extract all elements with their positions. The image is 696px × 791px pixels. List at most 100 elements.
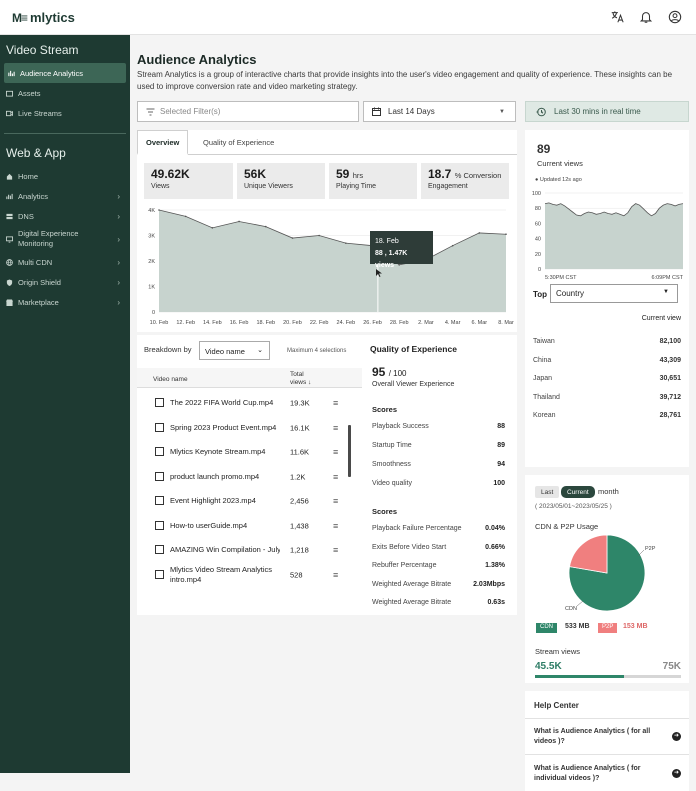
bell-icon[interactable] — [639, 10, 653, 24]
y-tick-label: 80 — [535, 206, 541, 212]
tab-overview[interactable]: Overview — [137, 130, 189, 155]
home-icon — [6, 173, 13, 180]
filter-lines-icon[interactable]: ≡ — [333, 398, 338, 408]
qoe-score-value: 88 — [497, 423, 505, 430]
page-description: Stream Analytics is a group of interacti… — [137, 70, 673, 91]
sidebar-item-origin-shield[interactable]: Origin Shield › — [0, 272, 130, 292]
sidebar-item-analytics[interactable]: Analytics › — [0, 186, 130, 206]
current-month-toggle[interactable]: Current — [561, 486, 595, 498]
breakdown-table-header: Video name Total views ↓ — [137, 368, 362, 388]
column-header-video-name[interactable]: Video name — [153, 376, 188, 383]
stream-views-progress — [535, 675, 681, 678]
table-row[interactable]: product launch promo.mp4 1.2K ≡ — [137, 465, 355, 489]
table-row[interactable]: Mlytics Video Stream Analytics intro.mp4… — [137, 563, 355, 587]
total-views: 19.3K — [290, 398, 310, 408]
x-tick-label: 6. Mar — [472, 320, 488, 326]
video-name: AMAZING Win Compilation - July 2 — [170, 545, 280, 554]
last-month-toggle[interactable]: Last — [535, 486, 560, 498]
chevron-down-icon: ⌄ — [257, 347, 263, 354]
qoe-panel: Quality of Experience 95 / 100 Overall V… — [362, 335, 517, 615]
data-point — [505, 233, 507, 236]
row-checkbox[interactable] — [155, 496, 164, 505]
kpi-label: Engagement — [428, 183, 468, 190]
video-name: The 2022 FIFA World Cup.mp4 — [170, 398, 274, 407]
sidebar-item-dns[interactable]: DNS › — [0, 206, 130, 226]
x-tick-label-start: 5:30PM CST — [545, 275, 577, 281]
cdn-p2p-pie-chart[interactable]: P2P CDN — [525, 530, 689, 620]
country-value: 28,761 — [659, 412, 681, 419]
filter-input[interactable]: Selected Filter(s) — [137, 101, 359, 122]
arrow-right-icon[interactable]: ➜ — [672, 769, 681, 778]
row-checkbox[interactable] — [155, 447, 164, 456]
row-checkbox[interactable] — [155, 398, 164, 407]
help-link-all-videos[interactable]: What is Audience Analytics ( for all vid… — [534, 727, 669, 747]
chevron-right-icon: › — [117, 297, 120, 307]
divider — [525, 754, 689, 755]
sidebar-item-audience-analytics[interactable]: Audience Analytics — [4, 63, 126, 83]
sidebar-item-live-streams[interactable]: Live Streams — [0, 103, 130, 123]
table-row[interactable]: Spring 2023 Product Event.mp4 16.1K ≡ — [137, 416, 355, 440]
realtime-button[interactable]: Last 30 mins in real time — [525, 101, 689, 122]
legend-cdn: CDN — [536, 623, 557, 633]
column-header-total-views[interactable]: Total views ↓ — [290, 371, 320, 387]
breakdown-select[interactable]: Video name ⌄ — [199, 341, 270, 360]
scrollbar[interactable] — [348, 425, 351, 477]
sidebar-item-label: Home — [18, 171, 39, 181]
filter-lines-icon[interactable]: ≡ — [333, 423, 338, 433]
table-row[interactable]: Event Highlight 2023.mp4 2,456 ≡ — [137, 489, 355, 513]
kpi-value: 49.62K — [151, 167, 190, 181]
sidebar-item-multi-cdn[interactable]: Multi CDN › — [0, 252, 130, 272]
qoe-metric-label: Weighted Average Bitrate — [372, 599, 452, 606]
filter-lines-icon[interactable]: ≡ — [333, 447, 338, 457]
sidebar-item-label: Origin Shield — [18, 277, 61, 287]
table-row[interactable]: Mlytics Keynote Stream.mp4 11.6K ≡ — [137, 440, 355, 464]
sidebar-item-home[interactable]: Home — [0, 166, 130, 186]
sidebar-item-label: Digital Experience Monitoring — [18, 229, 79, 248]
qoe-metric-value: 1.38% — [485, 562, 505, 569]
table-row[interactable]: The 2022 FIFA World Cup.mp4 19.3K ≡ — [137, 391, 355, 415]
row-checkbox[interactable] — [155, 569, 164, 579]
tab-quality-of-experience[interactable]: Quality of Experience — [195, 130, 282, 155]
video-name: product launch promo.mp4 — [170, 471, 260, 481]
sidebar-item-digital-experience-monitoring[interactable]: Digital Experience Monitoring › — [0, 226, 130, 252]
arrow-right-icon[interactable]: ➜ — [672, 732, 681, 741]
filter-lines-icon[interactable]: ≡ — [333, 545, 338, 555]
x-tick-label: 28. Feb — [390, 320, 409, 326]
views-area-chart[interactable]: 0 1K 2K 3K 4K 10. Feb 12. Feb 14. Feb 16. Feb 18.… — [144, 205, 514, 330]
sidebar-item-assets[interactable]: Assets — [0, 83, 130, 103]
row-checkbox[interactable] — [155, 422, 164, 432]
breakdown-select-value: Video name — [205, 347, 245, 356]
translate-icon[interactable] — [610, 10, 624, 24]
stream-views-progress-fill — [535, 675, 624, 678]
table-row[interactable]: How-to userGuide.mp4 1,438 ≡ — [137, 514, 355, 538]
filter-lines-icon[interactable]: ≡ — [333, 521, 338, 531]
help-link-individual-videos[interactable]: What is Audience Analytics ( for individ… — [534, 764, 669, 784]
y-tick-label: 0 — [152, 310, 155, 316]
filter-lines-icon[interactable]: ≡ — [333, 570, 338, 580]
country-select[interactable]: Country ▼ — [550, 284, 678, 303]
filter-lines-icon[interactable]: ≡ — [333, 496, 338, 506]
y-tick-label: 20 — [535, 252, 541, 258]
realtime-label: Last 30 mins in real time — [554, 107, 641, 116]
date-range-select[interactable]: Last 14 Days ▼ — [363, 101, 516, 122]
table-row[interactable]: AMAZING Win Compilation - July 2 1,218 ≡ — [137, 538, 355, 562]
data-point — [451, 244, 454, 247]
row-checkbox[interactable] — [155, 471, 164, 481]
sidebar-item-marketplace[interactable]: Marketplace › — [0, 292, 130, 312]
logo[interactable]: M≡ mlytics — [12, 10, 75, 25]
qoe-scores-heading: Scores — [372, 405, 398, 414]
filter-lines-icon[interactable]: ≡ — [333, 472, 338, 482]
logo-text: mlytics — [30, 10, 75, 25]
qoe-metrics-heading: Scores — [372, 507, 398, 516]
realtime-views-chart[interactable]: 0 20 40 60 80 100 5:30PM CST 6:09PM CST — [525, 187, 689, 282]
account-icon[interactable] — [668, 10, 682, 24]
chevron-right-icon: › — [117, 277, 120, 287]
help-center-title: Help Center — [534, 701, 579, 710]
row-checkbox[interactable] — [155, 545, 164, 554]
kpi-unit: hrs — [352, 171, 364, 180]
row-checkbox[interactable] — [155, 520, 164, 530]
stream-views-value: 45.5K — [535, 661, 562, 672]
stream-views-label: Stream views — [535, 647, 581, 656]
stream-views-max: 75K — [662, 661, 681, 672]
qoe-score-value: 94 — [497, 461, 505, 468]
